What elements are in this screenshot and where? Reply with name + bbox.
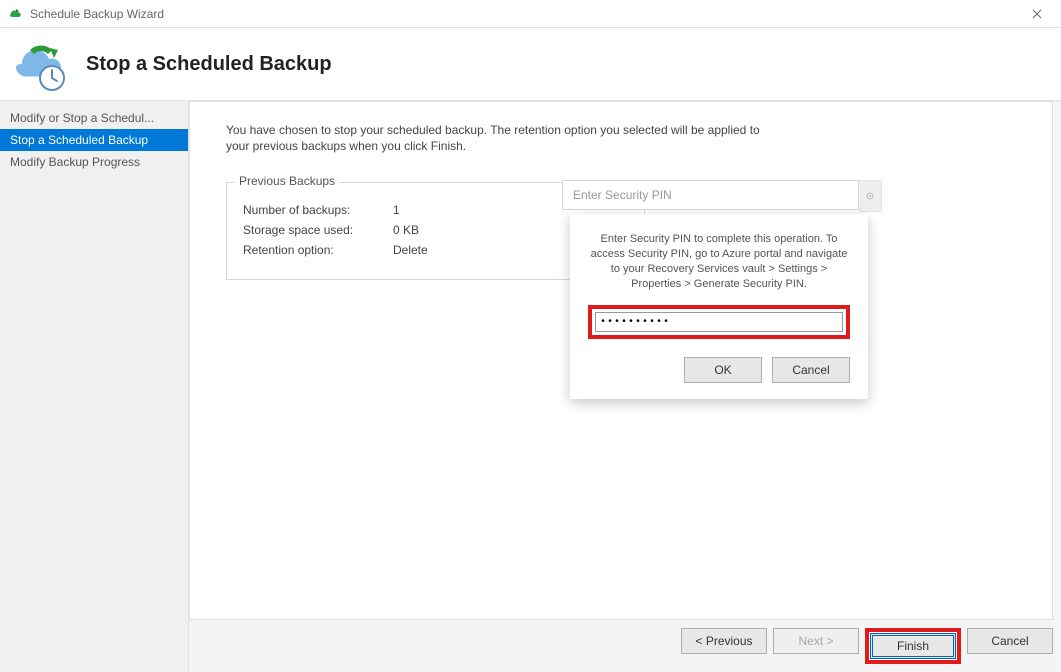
- value-storage-used: 0 KB: [393, 223, 453, 237]
- sidebar-item-modify-or-stop[interactable]: Modify or Stop a Schedul...: [0, 107, 188, 129]
- next-button: Next >: [773, 628, 859, 654]
- backup-cloud-clock-icon: [8, 34, 72, 94]
- security-pin-field-wrap: [562, 180, 882, 210]
- value-retention-option: Delete: [393, 243, 453, 257]
- value-number-of-backups: 1: [393, 203, 453, 217]
- sidebar-item-stop-scheduled[interactable]: Stop a Scheduled Backup: [0, 129, 188, 151]
- finish-button-highlight: Finish: [865, 628, 961, 664]
- security-pin-input[interactable]: [562, 180, 859, 210]
- wizard-window: Schedule Backup Wizard Stop a Scheduled …: [0, 0, 1061, 671]
- dialog-cancel-button[interactable]: Cancel: [772, 357, 850, 383]
- label-number-of-backups: Number of backups:: [243, 203, 393, 217]
- titlebar: Schedule Backup Wizard: [0, 0, 1061, 28]
- previous-button[interactable]: < Previous: [681, 628, 767, 654]
- cancel-button[interactable]: Cancel: [967, 628, 1053, 654]
- wizard-steps-sidebar: Modify or Stop a Schedul... Stop a Sched…: [0, 101, 189, 672]
- dialog-ok-button[interactable]: OK: [684, 357, 762, 383]
- app-icon: [8, 6, 24, 22]
- label-retention-option: Retention option:: [243, 243, 393, 257]
- dialog-password-highlight: [588, 305, 850, 339]
- intro-text: You have chosen to stop your scheduled b…: [226, 122, 786, 154]
- security-pin-dialog: Enter Security PIN to complete this oper…: [570, 214, 868, 399]
- titlebar-title: Schedule Backup Wizard: [30, 7, 164, 21]
- page-title: Stop a Scheduled Backup: [86, 53, 332, 76]
- wizard-footer: < Previous Next > Finish Cancel: [681, 628, 1053, 664]
- label-storage-used: Storage space used:: [243, 223, 393, 237]
- finish-button[interactable]: Finish: [870, 633, 956, 659]
- close-icon[interactable]: [1017, 0, 1057, 28]
- header-band: Stop a Scheduled Backup: [0, 28, 1061, 101]
- dialog-password-input[interactable]: [595, 312, 843, 332]
- groupbox-legend: Previous Backups: [235, 174, 339, 188]
- dialog-message: Enter Security PIN to complete this oper…: [588, 232, 850, 291]
- reveal-pin-icon[interactable]: [859, 180, 882, 212]
- content-area: You have chosen to stop your scheduled b…: [189, 101, 1061, 672]
- sidebar-item-modify-progress[interactable]: Modify Backup Progress: [0, 151, 188, 173]
